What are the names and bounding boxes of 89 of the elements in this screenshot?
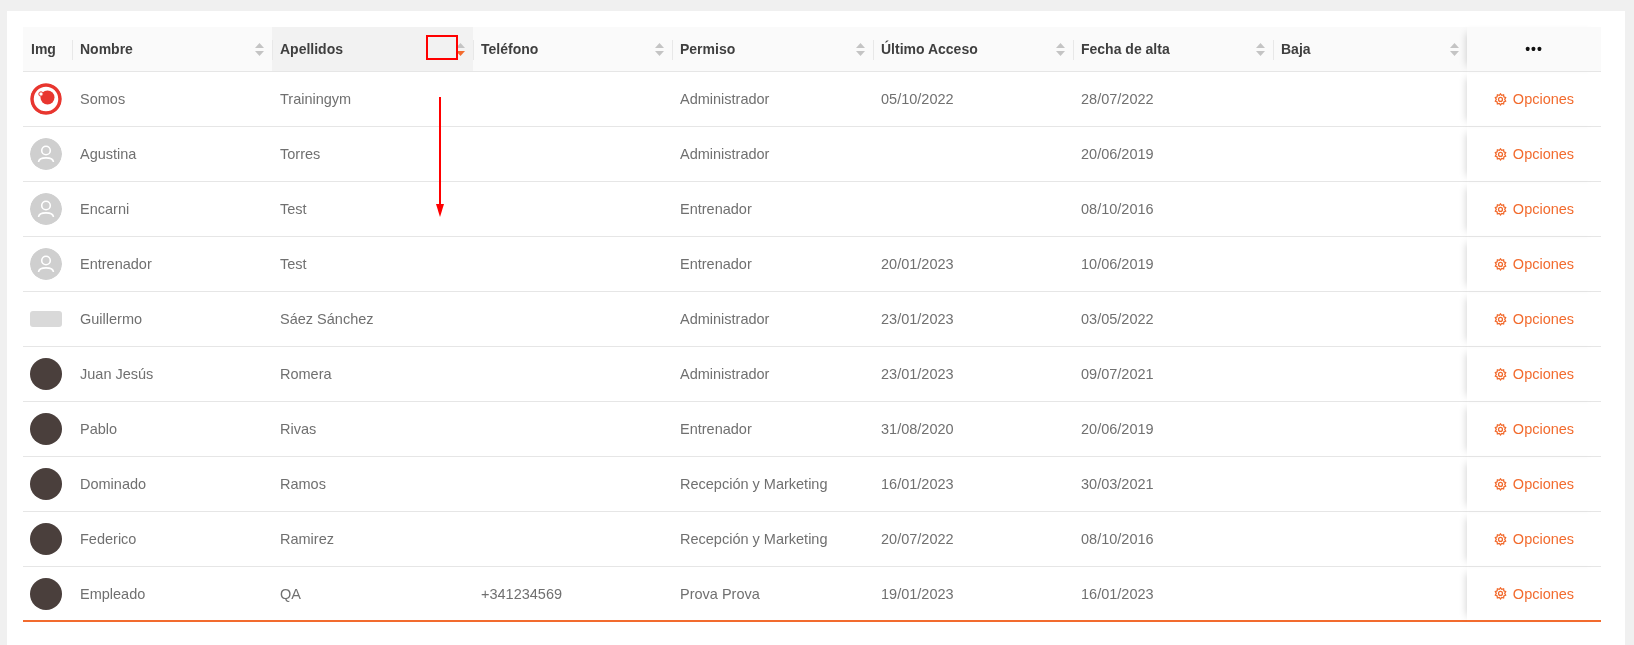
table-cell: 30/03/2021	[1081, 476, 1154, 492]
table-cell: QA	[280, 585, 301, 602]
table-cell: Test	[280, 201, 307, 217]
options-button[interactable]: Opciones	[1493, 201, 1575, 217]
table-cell: 05/10/2022	[881, 91, 954, 107]
options-button[interactable]: Opciones	[1493, 366, 1575, 382]
table-cell: Administrador	[680, 311, 770, 327]
table-cell: Rivas	[280, 421, 317, 437]
table-cell: Federico	[80, 531, 137, 547]
logo-icon	[30, 83, 62, 115]
sort-icon[interactable]	[1256, 42, 1265, 56]
table-cell: Ramos	[280, 476, 326, 492]
table-cell: 31/08/2020	[881, 421, 954, 437]
settings-icon	[1493, 587, 1507, 600]
table-cell: 20/01/2023	[881, 256, 954, 272]
sort-icon[interactable]	[1450, 42, 1459, 56]
options-button[interactable]: Opciones	[1493, 585, 1575, 602]
table-cell: 23/01/2023	[881, 366, 954, 382]
table-cell: Encarni	[80, 201, 130, 217]
settings-icon	[1493, 367, 1507, 381]
settings-icon	[1493, 147, 1507, 161]
settings-icon	[1493, 312, 1507, 326]
sort-icon[interactable]	[655, 42, 664, 56]
table-cell: Torres	[280, 146, 321, 162]
photo-placeholder	[30, 413, 62, 445]
table-cell: Entrenador	[80, 256, 152, 272]
settings-icon	[1493, 202, 1507, 216]
settings-icon	[1493, 532, 1507, 546]
table-cell: Prova Prova	[680, 585, 760, 602]
table-cell: 09/07/2021	[1081, 366, 1154, 382]
table-cell: 19/01/2023	[881, 585, 954, 602]
table-cell: 16/01/2023	[881, 476, 954, 492]
avatar-icon	[30, 193, 62, 225]
photo-placeholder	[30, 358, 62, 390]
settings-icon	[1493, 477, 1507, 491]
table-cell: 10/06/2019	[1081, 256, 1154, 272]
options-button[interactable]: Opciones	[1493, 256, 1575, 272]
options-button[interactable]: Opciones	[1493, 421, 1575, 437]
table-cell: Dominado	[80, 476, 147, 492]
table-cell: Entrenador	[680, 256, 752, 272]
table-cell: Sáez Sánchez	[280, 311, 374, 327]
table-cell: 23/01/2023	[881, 311, 954, 327]
table-cell: 20/07/2022	[881, 531, 954, 547]
table-cell: +341234569	[481, 585, 563, 602]
options-button[interactable]: Opciones	[1493, 146, 1575, 162]
photo-placeholder	[30, 577, 62, 610]
table-cell: Administrador	[680, 146, 770, 162]
table-cell: Recepción y Marketing	[680, 531, 828, 547]
table-cell: Empleado	[80, 585, 146, 602]
photo-placeholder	[30, 523, 62, 555]
avatar-icon	[30, 248, 62, 280]
table-cell: 16/01/2023	[1081, 585, 1154, 602]
table-cell: Test	[280, 256, 307, 272]
column-header: Img	[31, 41, 57, 57]
table-cell: Trainingym	[280, 91, 352, 107]
settings-icon	[1493, 257, 1507, 271]
sort-icon[interactable]	[1056, 42, 1065, 56]
table-cell: Agustina	[80, 146, 137, 162]
table-cell: Entrenador	[680, 201, 752, 217]
table-cell: 20/06/2019	[1081, 146, 1154, 162]
avatar-icon	[30, 138, 62, 170]
table-cell: 08/10/2016	[1081, 201, 1154, 217]
sort-icon[interactable]	[856, 42, 865, 56]
image-placeholder	[30, 311, 62, 327]
table-cell: 08/10/2016	[1081, 531, 1154, 547]
table-cell: Juan Jesús	[80, 366, 154, 382]
sort-icon[interactable]	[456, 42, 465, 56]
table-cell: 03/05/2022	[1081, 311, 1154, 327]
table-cell: Entrenador	[680, 421, 752, 437]
options-button[interactable]: Opciones	[1493, 476, 1575, 492]
settings-icon	[1493, 92, 1507, 106]
table-cell: Administrador	[680, 366, 770, 382]
table-cell: 28/07/2022	[1081, 91, 1154, 107]
table-cell: Pablo	[80, 421, 118, 437]
options-button[interactable]: Opciones	[1493, 311, 1575, 327]
table-cell: Guillermo	[80, 311, 143, 327]
sort-icon[interactable]	[255, 42, 264, 56]
options-button[interactable]: Opciones	[1493, 91, 1575, 107]
table-cell: 20/06/2019	[1081, 421, 1154, 437]
table-cell: Romera	[280, 366, 332, 382]
settings-icon	[1493, 422, 1507, 436]
table-cell: Ramirez	[280, 531, 334, 547]
table-cell: Recepción y Marketing	[680, 476, 828, 492]
table-cell: Somos	[80, 91, 126, 107]
highlight-box	[426, 35, 458, 60]
table-cell: Administrador	[680, 91, 770, 107]
more-button[interactable]: •••	[1525, 41, 1543, 57]
photo-placeholder	[30, 468, 62, 500]
options-button[interactable]: Opciones	[1493, 531, 1575, 547]
